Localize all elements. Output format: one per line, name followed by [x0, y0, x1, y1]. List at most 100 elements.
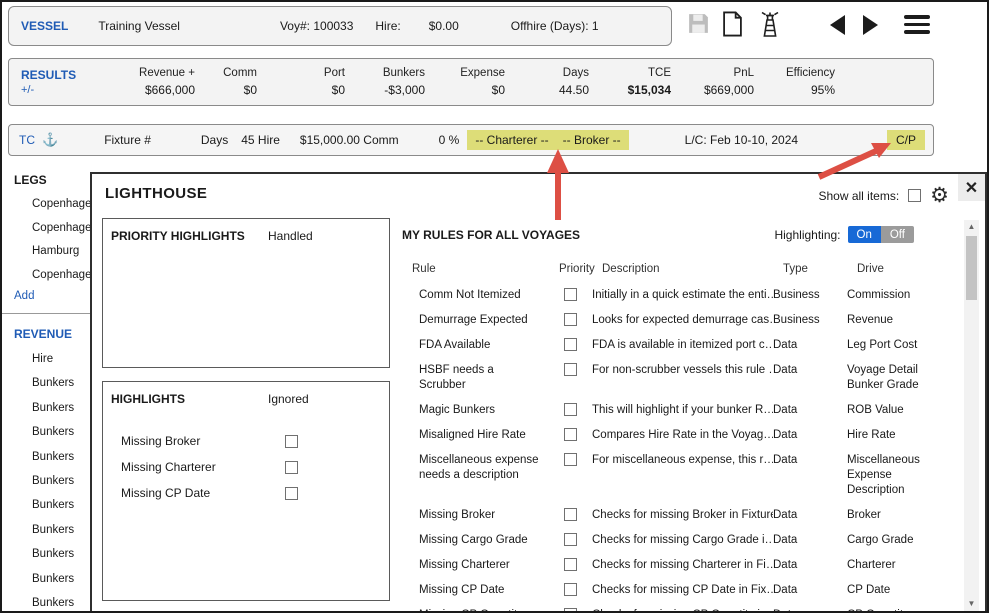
hire-days-value[interactable]: 45 Hire — [241, 133, 280, 147]
revenue-item[interactable]: Hire — [32, 347, 94, 371]
lighthouse-dialog: LIGHTHOUSE Show all items: ⚙ ✕ PRIORITY … — [90, 172, 987, 613]
scroll-down-icon[interactable]: ▼ — [964, 597, 979, 611]
rules-panel: MY RULES FOR ALL VOYAGES Highlighting: O… — [402, 226, 954, 613]
voyage-number: Voy#: 100033 — [280, 19, 353, 33]
scrollbar-thumb[interactable] — [966, 236, 977, 300]
scroll-up-icon[interactable]: ▲ — [964, 220, 979, 234]
broker-placeholder[interactable]: -- Broker -- — [563, 133, 621, 147]
revenue-item[interactable]: Bunkers — [32, 371, 94, 395]
rule-column-header: Rule — [412, 263, 559, 275]
revenue-item[interactable]: Bunkers — [32, 420, 94, 444]
comm-value[interactable]: $15,000.00 Comm — [300, 133, 399, 147]
rule-name: Demurrage Expected — [402, 313, 549, 328]
priority-checkbox[interactable] — [564, 558, 577, 571]
results-column-label: Revenue + — [99, 67, 195, 79]
results-plusminus[interactable]: +/- — [21, 84, 99, 96]
results-column: Port$0 — [257, 67, 345, 97]
vessel-label[interactable]: VESSEL — [21, 19, 68, 33]
priority-checkbox[interactable] — [564, 403, 577, 416]
highlighting-off-button[interactable]: Off — [881, 226, 914, 243]
revenue-item[interactable]: Bunkers — [32, 493, 94, 517]
rule-drive: Charterer — [847, 558, 944, 573]
add-leg-link[interactable]: Add — [14, 290, 94, 302]
rule-priority-cell — [549, 608, 592, 613]
ignored-column-label: Ignored — [268, 392, 309, 406]
laycan-dates[interactable]: L/C: Feb 10-10, 2024 — [685, 133, 798, 147]
vessel-summary-bar: VESSEL Training Vessel Voy#: 100033 Hire… — [8, 6, 672, 46]
priority-column-header: Priority — [559, 263, 602, 275]
rule-type: Business — [773, 288, 847, 303]
revenue-item[interactable]: Bunkers — [32, 396, 94, 420]
rule-type: Data — [773, 583, 847, 598]
comm-percent[interactable]: 0 % — [439, 133, 460, 147]
charterer-placeholder[interactable]: -- Charterer -- — [475, 133, 548, 147]
rule-priority-cell — [549, 558, 592, 573]
revenue-section-header[interactable]: REVENUE — [14, 327, 94, 341]
rule-name: Miscellaneous expense needs a descriptio… — [402, 453, 549, 498]
show-all-items-checkbox[interactable] — [908, 189, 921, 202]
results-label-block: RESULTS +/- — [21, 68, 99, 96]
priority-checkbox[interactable] — [564, 313, 577, 326]
revenue-item[interactable]: Bunkers — [32, 542, 94, 566]
rule-priority-cell — [549, 583, 592, 598]
rule-description: FDA is available in itemized port c… — [592, 338, 773, 353]
priority-checkbox[interactable] — [564, 453, 577, 466]
priority-checkbox[interactable] — [564, 428, 577, 441]
rule-description: For miscellaneous expense, this r… — [592, 453, 773, 498]
rule-priority-cell — [549, 403, 592, 418]
priority-checkbox[interactable] — [564, 288, 577, 301]
revenue-item[interactable]: Bunkers — [32, 445, 94, 469]
rule-priority-cell — [549, 533, 592, 548]
results-column-value: 44.50 — [505, 83, 589, 97]
ignored-checkbox[interactable] — [285, 461, 298, 474]
rule-drive: Cargo Grade — [847, 533, 944, 548]
results-column-value: $0 — [425, 83, 505, 97]
priority-checkbox[interactable] — [564, 363, 577, 376]
leg-item[interactable]: Copenhage — [32, 217, 94, 241]
rule-row: Miscellaneous expense needs a descriptio… — [402, 448, 954, 503]
document-icon[interactable] — [722, 11, 743, 42]
ignored-checkbox[interactable] — [285, 487, 298, 500]
results-column-value: $0 — [257, 83, 345, 97]
priority-checkbox[interactable] — [564, 608, 577, 613]
toolbar-icons — [686, 9, 786, 43]
results-column-label: Expense — [425, 67, 505, 79]
previous-arrow-icon[interactable] — [830, 15, 845, 35]
save-icon[interactable] — [686, 11, 711, 41]
close-icon[interactable]: ✕ — [958, 174, 985, 201]
rule-row: Missing CP DateChecks for missing CP Dat… — [402, 578, 954, 603]
priority-checkbox[interactable] — [564, 338, 577, 351]
rules-scrollbar[interactable]: ▲ ▼ — [964, 220, 979, 611]
priority-checkbox[interactable] — [564, 508, 577, 521]
tc-label[interactable]: TC — [19, 133, 35, 147]
rule-priority-cell — [549, 288, 592, 303]
lighthouse-icon[interactable] — [754, 9, 786, 44]
leg-item[interactable]: Copenhage — [32, 264, 94, 288]
rule-priority-cell — [549, 313, 592, 328]
next-arrow-icon[interactable] — [863, 15, 878, 35]
leg-item[interactable]: Copenhage — [32, 193, 94, 217]
revenue-item[interactable]: Bunkers — [32, 591, 94, 613]
cp-date-highlight[interactable]: C/P — [887, 130, 925, 150]
fixture-number-label[interactable]: Fixture # — [104, 133, 151, 147]
revenue-item[interactable]: Bunkers — [32, 567, 94, 591]
rule-row: Demurrage ExpectedLooks for expected dem… — [402, 308, 954, 333]
rule-name: Missing Charterer — [402, 558, 549, 573]
highlights-box: HIGHLIGHTS Ignored Missing BrokerMissing… — [102, 381, 390, 601]
priority-checkbox[interactable] — [564, 533, 577, 546]
revenue-item[interactable]: Bunkers — [32, 518, 94, 542]
highlighting-on-button[interactable]: On — [848, 226, 881, 243]
rule-name: Missing CP Quantity — [402, 608, 549, 613]
leg-item[interactable]: Hamburg — [32, 240, 94, 264]
gear-icon[interactable]: ⚙ — [930, 185, 949, 206]
revenue-item[interactable]: Bunkers — [32, 469, 94, 493]
ignored-checkbox[interactable] — [285, 435, 298, 448]
priority-checkbox[interactable] — [564, 583, 577, 596]
results-label[interactable]: RESULTS — [21, 68, 99, 82]
rule-name: Missing CP Date — [402, 583, 549, 598]
days-label: Days — [201, 133, 228, 147]
record-navigation — [830, 15, 878, 35]
menu-icon[interactable] — [904, 15, 930, 34]
highlighting-toggle-group: Highlighting: On Off — [774, 226, 914, 243]
rule-priority-cell — [549, 338, 592, 353]
